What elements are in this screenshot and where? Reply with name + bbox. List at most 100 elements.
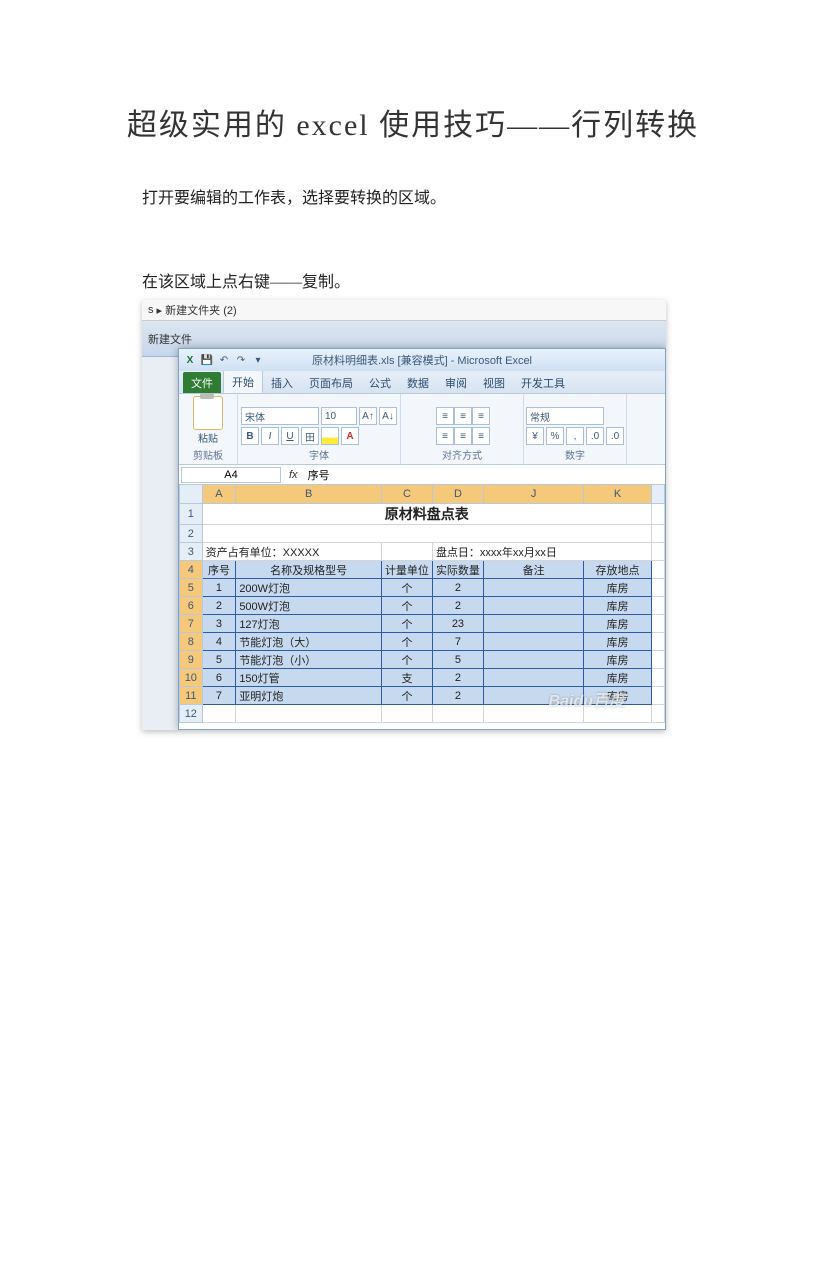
col-header-extra[interactable] (651, 485, 664, 504)
data-qty[interactable]: 2 (432, 669, 483, 687)
data-name[interactable]: 500W灯泡 (236, 597, 382, 615)
data-name[interactable]: 节能灯泡（小） (236, 651, 382, 669)
sheet-title-cell[interactable]: 原材料盘点表 (202, 504, 651, 525)
row-header-12[interactable]: 12 (180, 705, 203, 723)
data-name[interactable]: 200W灯泡 (236, 579, 382, 597)
data-qty[interactable]: 5 (432, 651, 483, 669)
qat-dropdown-icon[interactable]: ▾ (251, 353, 265, 367)
tab-insert[interactable]: 插入 (263, 372, 301, 393)
data-name[interactable]: 127灯泡 (236, 615, 382, 633)
tab-view[interactable]: 视图 (475, 372, 513, 393)
increase-font-button[interactable]: A↑ (359, 407, 377, 425)
header-seq[interactable]: 序号 (202, 561, 236, 579)
align-left-button[interactable]: ≡ (436, 427, 454, 445)
data-seq[interactable]: 3 (202, 615, 236, 633)
data-qty[interactable]: 2 (432, 687, 483, 705)
row-header-5[interactable]: 5 (180, 579, 203, 597)
row-header-10[interactable]: 10 (180, 669, 203, 687)
bold-button[interactable]: B (241, 427, 259, 445)
header-name[interactable]: 名称及规格型号 (236, 561, 382, 579)
tab-review[interactable]: 审阅 (437, 372, 475, 393)
data-qty[interactable]: 2 (432, 579, 483, 597)
data-unit[interactable]: 个 (381, 651, 432, 669)
col-header-K[interactable]: K (584, 485, 652, 504)
comma-button[interactable]: , (566, 427, 584, 445)
data-name[interactable]: 节能灯泡（大） (236, 633, 382, 651)
select-all-corner[interactable] (180, 485, 203, 504)
align-right-button[interactable]: ≡ (472, 427, 490, 445)
italic-button[interactable]: I (261, 427, 279, 445)
paste-icon[interactable] (193, 396, 223, 430)
data-seq[interactable]: 1 (202, 579, 236, 597)
data-seq[interactable]: 4 (202, 633, 236, 651)
save-icon[interactable]: 💾 (200, 353, 214, 367)
header-qty[interactable]: 实际数量 (432, 561, 483, 579)
data-seq[interactable]: 6 (202, 669, 236, 687)
data-qty[interactable]: 7 (432, 633, 483, 651)
number-format-combo[interactable]: 常规 (526, 407, 604, 425)
col-header-J[interactable]: J (483, 485, 583, 504)
header-loc[interactable]: 存放地点 (584, 561, 652, 579)
data-note[interactable] (483, 597, 583, 615)
undo-icon[interactable]: ↶ (217, 353, 231, 367)
row-header-4[interactable]: 4 (180, 561, 203, 579)
align-top-button[interactable]: ≡ (436, 407, 454, 425)
blank-row[interactable] (202, 525, 651, 543)
col-header-D[interactable]: D (432, 485, 483, 504)
data-name[interactable]: 亚明灯炮 (236, 687, 382, 705)
currency-button[interactable]: ¥ (526, 427, 544, 445)
data-loc[interactable]: 库房 (584, 651, 652, 669)
data-unit[interactable]: 个 (381, 579, 432, 597)
align-bottom-button[interactable]: ≡ (472, 407, 490, 425)
data-note[interactable] (483, 615, 583, 633)
row-header-9[interactable]: 9 (180, 651, 203, 669)
data-unit[interactable]: 支 (381, 669, 432, 687)
row-header-11[interactable]: 11 (180, 687, 203, 705)
tab-data[interactable]: 数据 (399, 372, 437, 393)
font-size-combo[interactable]: 10 (321, 407, 357, 425)
decrease-font-button[interactable]: A↓ (379, 407, 397, 425)
data-seq[interactable]: 7 (202, 687, 236, 705)
tab-dev[interactable]: 开发工具 (513, 372, 573, 393)
border-button[interactable]: 田 (301, 427, 319, 445)
tab-layout[interactable]: 页面布局 (301, 372, 361, 393)
data-unit[interactable]: 个 (381, 687, 432, 705)
decrease-decimal-button[interactable]: .0 (606, 427, 624, 445)
row-header-2[interactable]: 2 (180, 525, 203, 543)
breadcrumb-folder[interactable]: 新建文件夹 (2) (165, 302, 237, 318)
data-name[interactable]: 150灯管 (236, 669, 382, 687)
font-name-combo[interactable]: 宋体 (241, 407, 319, 425)
col-header-A[interactable]: A (202, 485, 236, 504)
underline-button[interactable]: U (281, 427, 299, 445)
data-qty[interactable]: 23 (432, 615, 483, 633)
data-loc[interactable]: 库房 (584, 597, 652, 615)
fx-icon[interactable]: fx (283, 469, 304, 481)
data-loc[interactable]: 库房 (584, 633, 652, 651)
data-qty[interactable]: 2 (432, 597, 483, 615)
data-note[interactable] (483, 633, 583, 651)
fill-color-button[interactable] (321, 427, 339, 445)
data-loc[interactable]: 库房 (584, 615, 652, 633)
increase-decimal-button[interactable]: .0 (586, 427, 604, 445)
redo-icon[interactable]: ↷ (234, 353, 248, 367)
align-middle-button[interactable]: ≡ (454, 407, 472, 425)
name-box[interactable]: A4 (181, 467, 281, 483)
data-unit[interactable]: 个 (381, 597, 432, 615)
data-unit[interactable]: 个 (381, 615, 432, 633)
formula-input[interactable]: 序号 (304, 467, 665, 483)
header-note[interactable]: 备注 (483, 561, 583, 579)
tab-formula[interactable]: 公式 (361, 372, 399, 393)
tab-file[interactable]: 文件 (183, 372, 221, 393)
row-header-7[interactable]: 7 (180, 615, 203, 633)
row-header-6[interactable]: 6 (180, 597, 203, 615)
data-note[interactable] (483, 651, 583, 669)
font-color-button[interactable]: A (341, 427, 359, 445)
percent-button[interactable]: % (546, 427, 564, 445)
col-header-B[interactable]: B (236, 485, 382, 504)
asset-owner-cell[interactable]: 资产占有单位：XXXXX (202, 543, 381, 561)
data-loc[interactable]: 库房 (584, 579, 652, 597)
data-loc[interactable]: 库房 (584, 669, 652, 687)
row-header-8[interactable]: 8 (180, 633, 203, 651)
data-note[interactable] (483, 579, 583, 597)
align-center-button[interactable]: ≡ (454, 427, 472, 445)
